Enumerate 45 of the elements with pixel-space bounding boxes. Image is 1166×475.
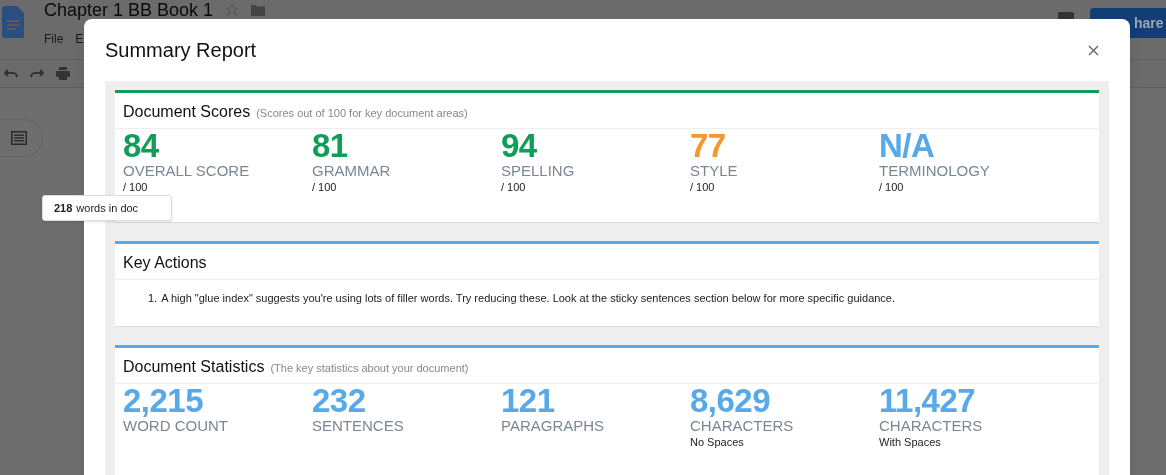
document-title[interactable]: Chapter 1 BB Book 1 [44,0,214,20]
score-value: 121 [501,384,555,417]
score-label: STYLE [690,162,738,179]
section-title: Document Scores [123,102,251,122]
list-icon [11,131,27,145]
score-note: / 100 [879,180,904,195]
score-note: / 100 [690,180,715,195]
menu-item[interactable]: File [44,30,64,48]
score-value: 77 [690,130,726,162]
score-note: With Spaces [879,434,941,450]
score-note: / 100 [123,180,148,195]
dialog-title: Summary Report [105,38,257,63]
score-value: 11,427 [879,384,976,417]
section-subtitle: (The key statistics about your document) [270,360,469,376]
menu-item[interactable]: E [75,30,84,48]
folder-icon[interactable] [251,4,266,16]
score-note: / 100 [312,180,337,195]
redo-icon[interactable] [30,68,44,79]
score-label: GRAMMAR [312,162,391,179]
score-value: 2,215 [123,384,204,417]
score-value: 84 [123,130,159,162]
score-value: 8,629 [690,384,771,417]
undo-icon[interactable] [4,68,18,79]
score-label: CHARACTERS [879,416,983,434]
score-value: 94 [501,130,537,162]
score-label: TERMINOLOGY [879,162,990,179]
score-value: N/A [879,130,935,162]
score-note: / 100 [501,180,526,195]
action-text: A high "glue index" suggests you're using lots of filler words. Try reducing these. Look at the sticky sentences section below for more specific guidance. [161,291,896,306]
score-label: SENTENCES [312,416,404,434]
score-value: 232 [312,384,366,417]
score-value: 81 [312,130,348,162]
score-label: OVERALL SCORE [123,162,250,179]
list-number: 1. [148,291,158,306]
score-label: SPELLING [501,162,575,179]
score-label: PARAGRAPHS [501,416,605,434]
score-label: WORD COUNT [123,416,228,434]
print-icon[interactable] [56,67,70,80]
score-label: CHARACTERS [690,416,794,434]
section-subtitle: (Scores out of 100 for key document areas) [256,106,468,121]
word-count: 218 [54,200,73,216]
section-title: Document Statistics [123,356,265,377]
section-title: Key Actions [123,254,207,271]
tooltip-text: words in doc [76,200,139,216]
score-note: No Spaces [690,434,744,450]
